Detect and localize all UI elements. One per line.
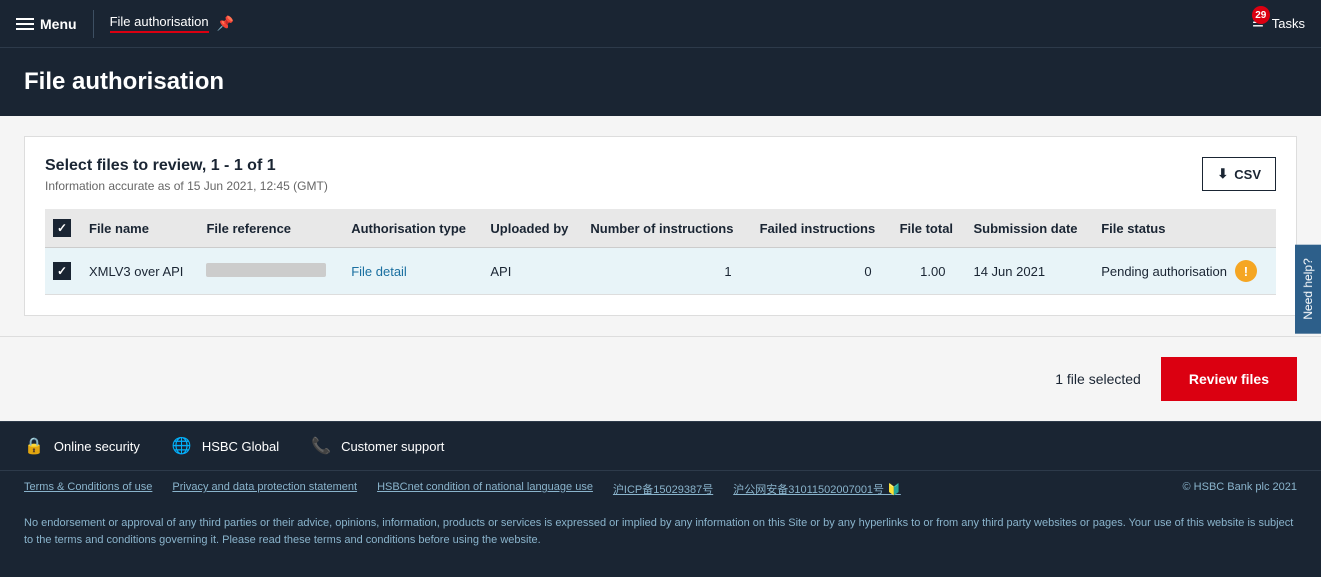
lock-icon: 🔒 xyxy=(24,436,44,456)
footer-nav: 🔒 Online security 🌐 HSBC Global 📞 Custom… xyxy=(0,421,1321,470)
col-file-reference: File reference xyxy=(198,209,343,248)
footer-links: Terms & Conditions of use Privacy and da… xyxy=(0,470,1321,507)
footer-nav-online-security[interactable]: 🔒 Online security xyxy=(24,436,140,456)
need-help-label: Need help? xyxy=(1301,258,1315,319)
table-row: XMLV3 over API File detail API 1 0 1.00 … xyxy=(45,248,1276,295)
nav-divider xyxy=(93,10,94,38)
col-uploaded-by: Uploaded by xyxy=(482,209,582,248)
csv-label: CSV xyxy=(1234,167,1261,182)
csv-button[interactable]: ⬇ CSV xyxy=(1202,157,1276,191)
online-security-label: Online security xyxy=(54,439,140,454)
hsbcnet-link[interactable]: HSBCnet condition of national language u… xyxy=(377,481,593,497)
cell-file-status: Pending authorisation ! xyxy=(1093,248,1276,295)
tasks-badge: 29 xyxy=(1252,6,1270,24)
phone-icon: 📞 xyxy=(311,436,331,456)
col-file-status: File status xyxy=(1093,209,1276,248)
tasks-button[interactable]: ≡ 29 xyxy=(1252,12,1264,35)
cell-file-reference xyxy=(198,248,343,295)
security-record-link[interactable]: 沪公网安备31011502007001号 🔰 xyxy=(733,481,901,497)
need-help-tab[interactable]: Need help? xyxy=(1295,244,1321,333)
cell-auth-type[interactable]: File detail xyxy=(343,248,482,295)
nav-right: ≡ 29 Tasks xyxy=(1252,12,1305,35)
breadcrumb-text[interactable]: File authorisation xyxy=(110,14,209,33)
files-table: File name File reference Authorisation t… xyxy=(45,209,1276,295)
col-file-total: File total xyxy=(892,209,966,248)
file-reference-blurred xyxy=(206,263,326,277)
cell-uploaded-by: API xyxy=(482,248,582,295)
page-header: File authorisation xyxy=(0,48,1321,116)
tasks-label[interactable]: Tasks xyxy=(1272,16,1305,31)
col-file-name: File name xyxy=(81,209,198,248)
select-all-header xyxy=(45,209,81,248)
cell-file-name: XMLV3 over API xyxy=(81,248,198,295)
footer-nav-customer-support[interactable]: 📞 Customer support xyxy=(311,436,444,456)
disclaimer-text: No endorsement or approval of any third … xyxy=(24,517,1293,546)
select-all-checkbox[interactable] xyxy=(53,219,71,237)
card-header: Select files to review, 1 - 1 of 1 Infor… xyxy=(45,157,1276,193)
action-bar: 1 file selected Review files xyxy=(0,336,1321,421)
terms-link[interactable]: Terms & Conditions of use xyxy=(24,481,152,497)
privacy-link[interactable]: Privacy and data protection statement xyxy=(172,481,357,497)
breadcrumb: File authorisation 📌 xyxy=(110,14,234,33)
cell-submission-date: 14 Jun 2021 xyxy=(965,248,1093,295)
col-failed-instructions: Failed instructions xyxy=(752,209,892,248)
hsbc-global-label: HSBC Global xyxy=(202,439,279,454)
table-header-row: File name File reference Authorisation t… xyxy=(45,209,1276,248)
customer-support-label: Customer support xyxy=(341,439,444,454)
file-list-card: Select files to review, 1 - 1 of 1 Infor… xyxy=(24,136,1297,316)
footer-nav-hsbc-global[interactable]: 🌐 HSBC Global xyxy=(172,436,279,456)
card-subtitle: Information accurate as of 15 Jun 2021, … xyxy=(45,179,328,193)
main-content: Select files to review, 1 - 1 of 1 Infor… xyxy=(0,116,1321,336)
copyright-text: © HSBC Bank plc 2021 xyxy=(1183,481,1298,497)
globe-icon: 🌐 xyxy=(172,436,192,456)
cell-num-instructions: 1 xyxy=(582,248,751,295)
status-cell: Pending authorisation ! xyxy=(1101,260,1268,282)
col-auth-type: Authorisation type xyxy=(343,209,482,248)
pin-icon[interactable]: 📌 xyxy=(217,15,234,32)
review-files-button[interactable]: Review files xyxy=(1161,357,1297,401)
row-checkbox-cell xyxy=(45,248,81,295)
col-submission-date: Submission date xyxy=(965,209,1093,248)
file-selected-text: 1 file selected xyxy=(1055,371,1141,387)
cell-failed-instructions: 0 xyxy=(752,248,892,295)
row-checkbox[interactable] xyxy=(53,262,71,280)
card-title: Select files to review, 1 - 1 of 1 xyxy=(45,157,328,175)
cell-file-total: 1.00 xyxy=(892,248,966,295)
download-icon: ⬇ xyxy=(1217,166,1228,182)
hamburger-icon xyxy=(16,18,34,30)
footer-disclaimer: No endorsement or approval of any third … xyxy=(0,507,1321,560)
menu-label: Menu xyxy=(40,16,77,32)
top-nav: Menu File authorisation 📌 ≡ 29 Tasks xyxy=(0,0,1321,48)
menu-button[interactable]: Menu xyxy=(16,16,77,32)
icp-link[interactable]: 沪ICP备15029387号 xyxy=(613,481,713,497)
warning-icon: ! xyxy=(1235,260,1257,282)
card-header-left: Select files to review, 1 - 1 of 1 Infor… xyxy=(45,157,328,193)
col-num-instructions: Number of instructions xyxy=(582,209,751,248)
page-title: File authorisation xyxy=(24,68,1297,96)
pending-auth-label: Pending authorisation xyxy=(1101,264,1227,279)
